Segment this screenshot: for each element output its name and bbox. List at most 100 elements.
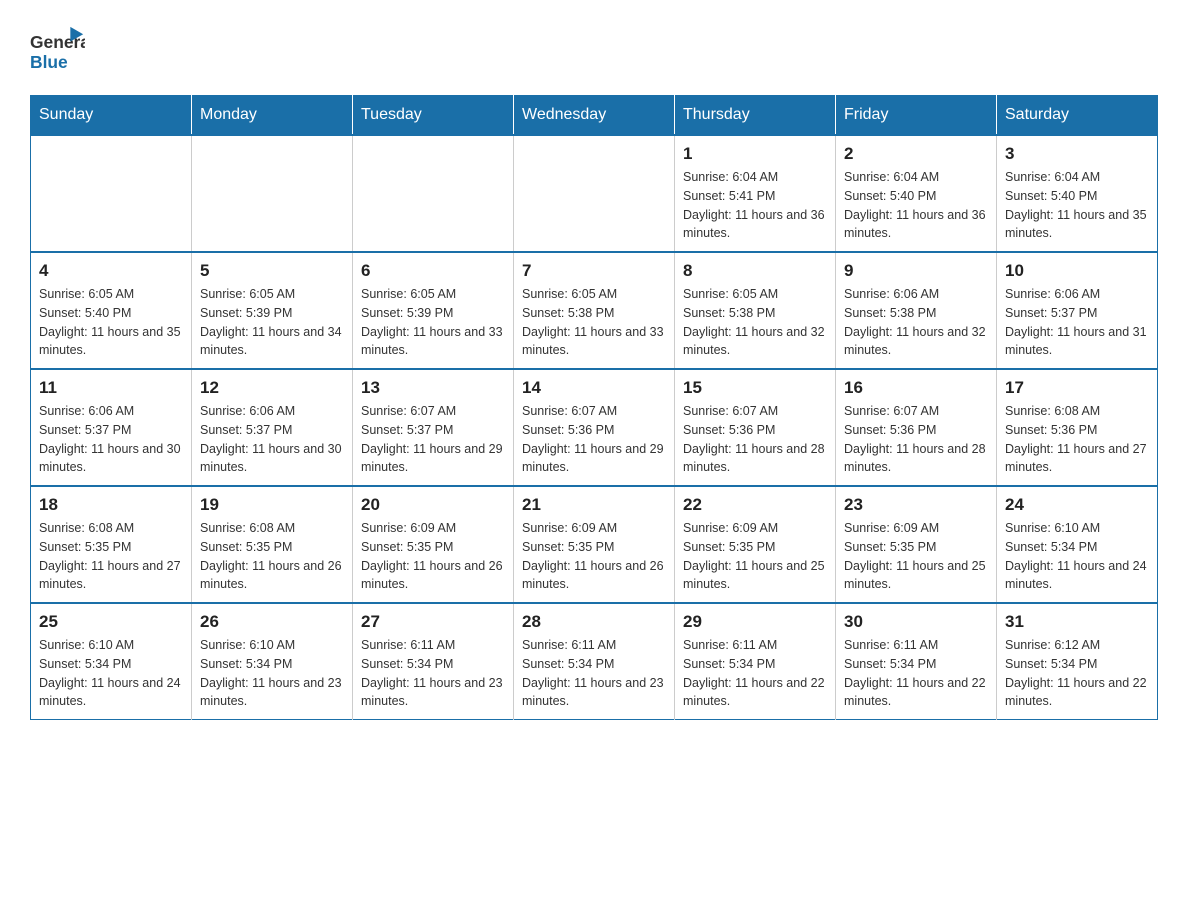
calendar-day-header: Monday bbox=[192, 96, 353, 136]
day-number: 24 bbox=[1005, 495, 1149, 515]
day-info: Sunrise: 6:04 AMSunset: 5:40 PMDaylight:… bbox=[844, 168, 988, 243]
day-number: 20 bbox=[361, 495, 505, 515]
calendar-day-header: Friday bbox=[836, 96, 997, 136]
day-info: Sunrise: 6:11 AMSunset: 5:34 PMDaylight:… bbox=[522, 636, 666, 711]
calendar-day-cell: 9 Sunrise: 6:06 AMSunset: 5:38 PMDaylight… bbox=[836, 252, 997, 369]
day-number: 7 bbox=[522, 261, 666, 281]
day-number: 22 bbox=[683, 495, 827, 515]
calendar-day-cell: 13 Sunrise: 6:07 AMSunset: 5:37 PMDayligh… bbox=[353, 369, 514, 486]
calendar-day-cell bbox=[514, 135, 675, 252]
calendar-day-cell: 20 Sunrise: 6:09 AMSunset: 5:35 PMDayligh… bbox=[353, 486, 514, 603]
day-info: Sunrise: 6:05 AMSunset: 5:39 PMDaylight:… bbox=[361, 285, 505, 360]
logo: General Blue bbox=[30, 20, 85, 75]
day-number: 29 bbox=[683, 612, 827, 632]
calendar-day-cell bbox=[31, 135, 192, 252]
calendar-day-cell: 18 Sunrise: 6:08 AMSunset: 5:35 PMDayligh… bbox=[31, 486, 192, 603]
calendar-week-row: 1Sunrise: 6:04 AMSunset: 5:41 PMDaylight… bbox=[31, 135, 1158, 252]
day-number: 3 bbox=[1005, 144, 1149, 164]
calendar-day-cell: 23Sunrise: 6:09 AMSunset: 5:35 PMDayligh… bbox=[836, 486, 997, 603]
calendar-day-header: Sunday bbox=[31, 96, 192, 136]
calendar-day-cell: 4 Sunrise: 6:05 AMSunset: 5:40 PMDaylight… bbox=[31, 252, 192, 369]
day-number: 12 bbox=[200, 378, 344, 398]
day-number: 17 bbox=[1005, 378, 1149, 398]
day-info: Sunrise: 6:04 AMSunset: 5:41 PMDaylight:… bbox=[683, 168, 827, 243]
calendar-day-cell: 3 Sunrise: 6:04 AMSunset: 5:40 PMDaylight… bbox=[997, 135, 1158, 252]
calendar-day-cell: 26Sunrise: 6:10 AMSunset: 5:34 PMDayligh… bbox=[192, 603, 353, 720]
calendar-day-cell: 21Sunrise: 6:09 AMSunset: 5:35 PMDayligh… bbox=[514, 486, 675, 603]
day-info: Sunrise: 6:06 AMSunset: 5:37 PMDaylight:… bbox=[1005, 285, 1149, 360]
day-number: 4 bbox=[39, 261, 183, 281]
calendar-day-header: Thursday bbox=[675, 96, 836, 136]
calendar-day-cell: 12 Sunrise: 6:06 AMSunset: 5:37 PMDayligh… bbox=[192, 369, 353, 486]
calendar-day-cell: 27 Sunrise: 6:11 AMSunset: 5:34 PMDayligh… bbox=[353, 603, 514, 720]
calendar-day-cell bbox=[192, 135, 353, 252]
calendar-day-cell: 8 Sunrise: 6:05 AMSunset: 5:38 PMDaylight… bbox=[675, 252, 836, 369]
page-header: General Blue bbox=[30, 20, 1158, 75]
day-info: Sunrise: 6:07 AMSunset: 5:37 PMDaylight:… bbox=[361, 402, 505, 477]
calendar-week-row: 18 Sunrise: 6:08 AMSunset: 5:35 PMDayligh… bbox=[31, 486, 1158, 603]
calendar-day-cell: 19Sunrise: 6:08 AMSunset: 5:35 PMDayligh… bbox=[192, 486, 353, 603]
calendar-day-cell: 25Sunrise: 6:10 AMSunset: 5:34 PMDayligh… bbox=[31, 603, 192, 720]
day-info: Sunrise: 6:06 AMSunset: 5:37 PMDaylight:… bbox=[200, 402, 344, 477]
calendar-day-cell: 14 Sunrise: 6:07 AMSunset: 5:36 PMDayligh… bbox=[514, 369, 675, 486]
day-info: Sunrise: 6:12 AMSunset: 5:34 PMDaylight:… bbox=[1005, 636, 1149, 711]
day-info: Sunrise: 6:05 AMSunset: 5:38 PMDaylight:… bbox=[683, 285, 827, 360]
calendar-table: SundayMondayTuesdayWednesdayThursdayFrid… bbox=[30, 95, 1158, 720]
day-number: 23 bbox=[844, 495, 988, 515]
calendar-day-cell bbox=[353, 135, 514, 252]
calendar-day-cell: 16 Sunrise: 6:07 AMSunset: 5:36 PMDayligh… bbox=[836, 369, 997, 486]
day-info: Sunrise: 6:04 AMSunset: 5:40 PMDaylight:… bbox=[1005, 168, 1149, 243]
day-number: 2 bbox=[844, 144, 988, 164]
day-number: 19 bbox=[200, 495, 344, 515]
day-number: 27 bbox=[361, 612, 505, 632]
day-info: Sunrise: 6:10 AMSunset: 5:34 PMDaylight:… bbox=[1005, 519, 1149, 594]
calendar-day-cell: 31 Sunrise: 6:12 AMSunset: 5:34 PMDayligh… bbox=[997, 603, 1158, 720]
day-info: Sunrise: 6:07 AMSunset: 5:36 PMDaylight:… bbox=[683, 402, 827, 477]
day-number: 30 bbox=[844, 612, 988, 632]
day-info: Sunrise: 6:09 AMSunset: 5:35 PMDaylight:… bbox=[683, 519, 827, 594]
calendar-day-cell: 28 Sunrise: 6:11 AMSunset: 5:34 PMDayligh… bbox=[514, 603, 675, 720]
day-info: Sunrise: 6:11 AMSunset: 5:34 PMDaylight:… bbox=[844, 636, 988, 711]
calendar-day-cell: 7 Sunrise: 6:05 AMSunset: 5:38 PMDaylight… bbox=[514, 252, 675, 369]
calendar-day-cell: 15 Sunrise: 6:07 AMSunset: 5:36 PMDayligh… bbox=[675, 369, 836, 486]
day-number: 18 bbox=[39, 495, 183, 515]
day-info: Sunrise: 6:08 AMSunset: 5:35 PMDaylight:… bbox=[39, 519, 183, 594]
day-number: 21 bbox=[522, 495, 666, 515]
day-info: Sunrise: 6:07 AMSunset: 5:36 PMDaylight:… bbox=[522, 402, 666, 477]
day-info: Sunrise: 6:11 AMSunset: 5:34 PMDaylight:… bbox=[683, 636, 827, 711]
day-info: Sunrise: 6:11 AMSunset: 5:34 PMDaylight:… bbox=[361, 636, 505, 711]
day-info: Sunrise: 6:05 AMSunset: 5:40 PMDaylight:… bbox=[39, 285, 183, 360]
day-number: 31 bbox=[1005, 612, 1149, 632]
day-number: 28 bbox=[522, 612, 666, 632]
calendar-day-cell: 6 Sunrise: 6:05 AMSunset: 5:39 PMDaylight… bbox=[353, 252, 514, 369]
day-number: 9 bbox=[844, 261, 988, 281]
day-number: 6 bbox=[361, 261, 505, 281]
day-info: Sunrise: 6:09 AMSunset: 5:35 PMDaylight:… bbox=[361, 519, 505, 594]
day-info: Sunrise: 6:06 AMSunset: 5:38 PMDaylight:… bbox=[844, 285, 988, 360]
day-info: Sunrise: 6:07 AMSunset: 5:36 PMDaylight:… bbox=[844, 402, 988, 477]
day-number: 8 bbox=[683, 261, 827, 281]
day-number: 11 bbox=[39, 378, 183, 398]
calendar-day-cell: 29 Sunrise: 6:11 AMSunset: 5:34 PMDayligh… bbox=[675, 603, 836, 720]
day-number: 15 bbox=[683, 378, 827, 398]
calendar-day-cell: 11Sunrise: 6:06 AMSunset: 5:37 PMDayligh… bbox=[31, 369, 192, 486]
calendar-day-header: Tuesday bbox=[353, 96, 514, 136]
day-info: Sunrise: 6:08 AMSunset: 5:36 PMDaylight:… bbox=[1005, 402, 1149, 477]
day-number: 25 bbox=[39, 612, 183, 632]
day-number: 5 bbox=[200, 261, 344, 281]
calendar-header-row: SundayMondayTuesdayWednesdayThursdayFrid… bbox=[31, 96, 1158, 136]
calendar-day-cell: 22 Sunrise: 6:09 AMSunset: 5:35 PMDayligh… bbox=[675, 486, 836, 603]
day-info: Sunrise: 6:05 AMSunset: 5:39 PMDaylight:… bbox=[200, 285, 344, 360]
day-info: Sunrise: 6:05 AMSunset: 5:38 PMDaylight:… bbox=[522, 285, 666, 360]
day-number: 13 bbox=[361, 378, 505, 398]
day-number: 10 bbox=[1005, 261, 1149, 281]
calendar-day-cell: 10 Sunrise: 6:06 AMSunset: 5:37 PMDayligh… bbox=[997, 252, 1158, 369]
svg-text:Blue: Blue bbox=[30, 52, 68, 72]
day-info: Sunrise: 6:10 AMSunset: 5:34 PMDaylight:… bbox=[200, 636, 344, 711]
calendar-day-cell: 30 Sunrise: 6:11 AMSunset: 5:34 PMDayligh… bbox=[836, 603, 997, 720]
calendar-week-row: 4 Sunrise: 6:05 AMSunset: 5:40 PMDaylight… bbox=[31, 252, 1158, 369]
day-number: 16 bbox=[844, 378, 988, 398]
calendar-day-header: Wednesday bbox=[514, 96, 675, 136]
day-number: 14 bbox=[522, 378, 666, 398]
calendar-week-row: 25 Sunrise: 6:10 AMSunset: 5:34 PMDayligh… bbox=[31, 603, 1158, 720]
